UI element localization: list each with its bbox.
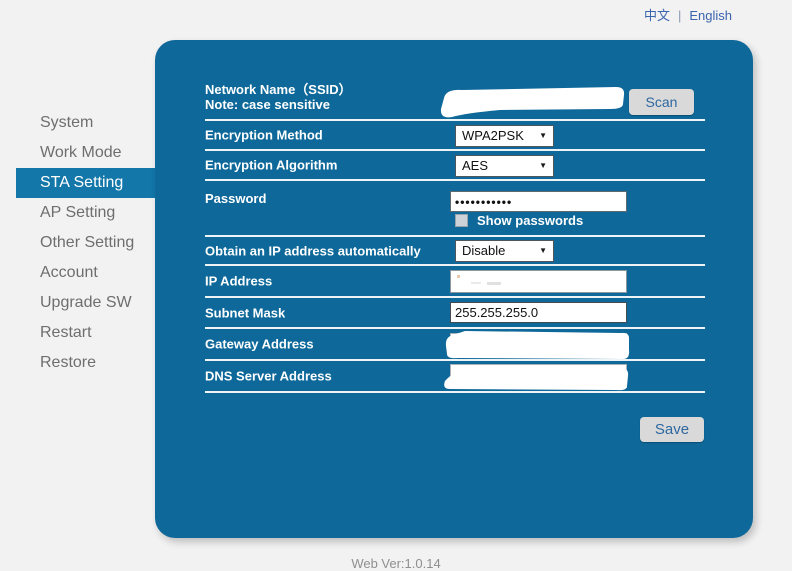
row-network-name: Network Name（SSID） Note: case sensitive … bbox=[205, 78, 705, 121]
dropdown-arrow-icon: ▼ bbox=[539, 162, 547, 170]
password-label: Password bbox=[205, 191, 266, 206]
dropdown-arrow-icon: ▼ bbox=[539, 132, 547, 140]
language-separator: | bbox=[678, 8, 681, 23]
web-version-text: Web Ver:1.0.14 bbox=[0, 556, 792, 571]
sidebar-item-upgrade-sw[interactable]: Upgrade SW bbox=[0, 288, 155, 318]
sidebar-item-restore[interactable]: Restore bbox=[0, 348, 155, 378]
language-link-english[interactable]: English bbox=[689, 8, 732, 23]
encryption-algorithm-label: Encryption Algorithm bbox=[205, 158, 337, 173]
ip-address-label: IP Address bbox=[205, 274, 272, 289]
page: { "language_bar": { "chinese_label": "中文… bbox=[0, 0, 792, 568]
ip-redaction-trace bbox=[471, 282, 481, 284]
password-input[interactable] bbox=[450, 191, 627, 212]
sidebar-item-account[interactable]: Account bbox=[0, 258, 155, 288]
sidebar-item-ap-setting[interactable]: AP Setting bbox=[0, 198, 155, 228]
ssid-redaction-scribble bbox=[438, 84, 630, 120]
row-dns-address: DNS Server Address bbox=[205, 361, 705, 393]
obtain-ip-label: Obtain an IP address automatically bbox=[205, 243, 421, 258]
save-button[interactable]: Save bbox=[640, 417, 704, 442]
gateway-address-input[interactable] bbox=[450, 333, 627, 357]
sidebar-item-restart[interactable]: Restart bbox=[0, 318, 155, 348]
subnet-mask-input[interactable] bbox=[450, 302, 627, 323]
gateway-address-label: Gateway Address bbox=[205, 337, 314, 352]
obtain-ip-select[interactable]: Disable ▼ bbox=[455, 240, 554, 262]
sidebar-item-other-setting[interactable]: Other Setting bbox=[0, 228, 155, 258]
sidebar-item-work-mode[interactable]: Work Mode bbox=[0, 138, 155, 168]
row-subnet-mask: Subnet Mask bbox=[205, 298, 705, 329]
dns-address-input[interactable] bbox=[450, 364, 627, 388]
scan-button[interactable]: Scan bbox=[629, 89, 694, 115]
ip-redaction-trace bbox=[487, 282, 501, 285]
language-bar: 中文 | English bbox=[644, 5, 732, 24]
row-gateway-address: Gateway Address bbox=[205, 329, 705, 361]
encryption-method-label: Encryption Method bbox=[205, 128, 323, 143]
ip-redaction-trace bbox=[457, 275, 460, 278]
subnet-mask-label: Subnet Mask bbox=[205, 305, 285, 320]
encryption-algorithm-select[interactable]: AES ▼ bbox=[455, 155, 554, 177]
network-name-label: Network Name（SSID） bbox=[205, 82, 352, 97]
sta-setting-form: Network Name（SSID） Note: case sensitive … bbox=[205, 78, 705, 393]
sidebar-item-system[interactable]: System bbox=[0, 108, 155, 138]
encryption-method-select[interactable]: WPA2PSK ▼ bbox=[455, 125, 554, 147]
language-link-chinese[interactable]: 中文 bbox=[644, 8, 670, 23]
sta-setting-panel: Network Name（SSID） Note: case sensitive … bbox=[155, 40, 753, 538]
obtain-ip-value: Disable bbox=[462, 243, 505, 258]
row-encryption-method: Encryption Method WPA2PSK ▼ bbox=[205, 121, 705, 151]
row-obtain-ip: Obtain an IP address automatically Disab… bbox=[205, 237, 705, 266]
row-ip-address: IP Address bbox=[205, 266, 705, 298]
dns-address-label: DNS Server Address bbox=[205, 369, 332, 384]
sidebar-item-sta-setting[interactable]: STA Setting bbox=[16, 168, 155, 198]
sidebar-nav: System Work Mode STA Setting AP Setting … bbox=[0, 108, 155, 378]
show-passwords-checkbox[interactable] bbox=[455, 214, 468, 227]
dropdown-arrow-icon: ▼ bbox=[539, 247, 547, 255]
row-encryption-algorithm: Encryption Algorithm AES ▼ bbox=[205, 151, 705, 181]
encryption-method-value: WPA2PSK bbox=[462, 128, 524, 143]
row-password: Password Show passwords bbox=[205, 181, 705, 237]
encryption-algorithm-value: AES bbox=[462, 158, 488, 173]
show-passwords-label: Show passwords bbox=[477, 213, 583, 228]
network-name-note: Note: case sensitive bbox=[205, 97, 330, 112]
